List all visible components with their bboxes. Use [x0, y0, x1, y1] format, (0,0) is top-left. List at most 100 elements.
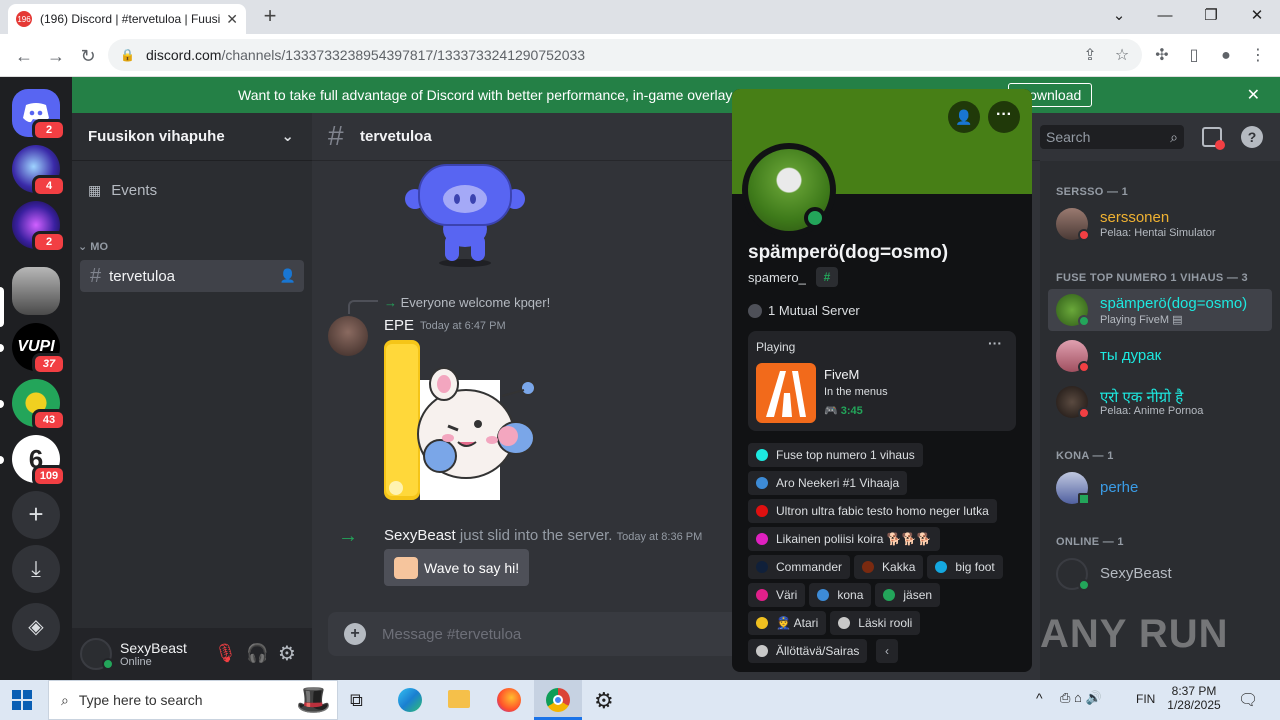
member-item[interactable]: serssonen Pelaa: Hentai Simulator [1048, 203, 1272, 245]
channel-category[interactable]: ⌄ MO [78, 240, 108, 253]
tab-search-icon[interactable]: ⌄ [1096, 2, 1142, 30]
window-close-button[interactable]: ✕ [1234, 2, 1280, 30]
online-status-icon [1078, 579, 1090, 591]
help-icon[interactable]: ? [1241, 126, 1263, 148]
guild-icon[interactable]: 43 [12, 379, 66, 431]
notifications-icon[interactable]: 🗨 [1238, 690, 1258, 710]
taskbar-search[interactable]: ⌕ Type here to search 🎩 [48, 680, 338, 720]
input-language[interactable]: FIN [1136, 692, 1155, 706]
share-icon[interactable]: ⇪ [1078, 44, 1102, 68]
new-tab-button[interactable]: + [258, 4, 282, 30]
member-item-selected[interactable]: spämperö(dog=osmo) Playing FiveM ▤ [1048, 289, 1272, 331]
guild-icon[interactable]: 4 [12, 145, 66, 197]
role-chip[interactable]: Likainen poliisi koira 🐕🐕🐕 [748, 527, 940, 551]
guild-icon[interactable]: 6 109 [12, 435, 66, 487]
menu-icon[interactable]: ⋮ [1246, 44, 1270, 68]
wave-sticker-icon [394, 556, 418, 579]
join-timestamp: Today at 8:36 PM [616, 531, 703, 543]
role-chip[interactable]: Väri [748, 583, 806, 607]
inbox-icon[interactable] [1202, 127, 1225, 150]
minimize-button[interactable]: — [1142, 2, 1188, 30]
wumpus-sticker-image [405, 163, 525, 268]
role-chip[interactable]: Ultron ultra fabic testo homo neger lutk… [748, 499, 997, 523]
mic-muted-icon[interactable]: 🎙 [214, 643, 237, 664]
role-chip[interactable]: 👮 Atari [748, 611, 827, 635]
restore-button[interactable]: ❐ [1188, 2, 1234, 30]
explore-servers-icon[interactable]: ◈ [12, 603, 60, 651]
settings-gear-icon[interactable]: ⚙ [594, 688, 614, 714]
url-bar[interactable]: 🔒 discord.com/channels/13337332389543978… [108, 39, 1142, 71]
role-chip[interactable]: Fuse top numero 1 vihaus [748, 443, 923, 467]
role-chip[interactable]: Ällöttävä/Sairas [748, 639, 868, 663]
banner-close-icon[interactable]: ✕ [1247, 85, 1260, 105]
profile-icon[interactable]: ● [1214, 44, 1238, 68]
download-apps-icon[interactable]: ⤓ [12, 545, 60, 593]
profile-display-name: spämperö(dog=osmo) [748, 242, 949, 263]
add-friend-icon[interactable]: 👤 [948, 101, 980, 133]
headphones-icon[interactable]: 🎧 [246, 643, 268, 664]
role-chip[interactable]: big foot [927, 555, 1003, 579]
sidepanel-icon[interactable]: ▯ [1182, 44, 1206, 68]
role-chip[interactable]: jäsen [875, 583, 941, 607]
join-user[interactable]: SexyBeast [384, 527, 456, 544]
hash-badge-icon: # [816, 267, 838, 287]
role-color-icon [756, 589, 768, 601]
role-label: Kakka [882, 560, 916, 574]
member-item[interactable]: perhe [1048, 467, 1272, 509]
tray-icons[interactable]: ⎙ ⌂ 🔊 [1060, 690, 1102, 706]
guild-icon[interactable]: VUPI 37 [12, 323, 66, 375]
message-author[interactable]: EPE [384, 317, 414, 334]
search-input[interactable]: Search ⌕ [1040, 125, 1184, 149]
message-timestamp: Today at 6:47 PM [420, 320, 506, 332]
events-item[interactable]: ▦ Events [80, 177, 304, 203]
server-header[interactable]: Fuusikon vihapuhe ⌄ [72, 113, 312, 161]
role-chip[interactable]: Commander [748, 555, 851, 579]
clock[interactable]: 8:37 PM 1/28/2025 [1164, 684, 1224, 712]
task-view-icon[interactable]: ⧉ [350, 690, 363, 711]
browser-tab[interactable]: 196 (196) Discord | #tervetuloa | Fuusik… [8, 4, 246, 34]
forward-icon[interactable]: → [44, 44, 68, 68]
member-activity: Pelaa: Hentai Simulator [1100, 227, 1216, 239]
member-item[interactable]: SexyBeast [1048, 553, 1272, 595]
channel-item-tervetuloa[interactable]: # tervetuloa 👤 [80, 260, 304, 292]
discord-home-icon[interactable]: 2 [12, 89, 66, 141]
reload-icon[interactable]: ↻ [76, 44, 100, 68]
reply-preview[interactable]: → Everyone welcome kpqer! [384, 295, 550, 310]
firefox-icon[interactable] [497, 688, 521, 712]
role-label: 👮 Atari [776, 616, 819, 630]
close-tab-icon[interactable]: ✕ [226, 11, 238, 28]
invite-icon[interactable]: 👤 [280, 268, 296, 284]
role-chip[interactable]: Läski rooli [830, 611, 921, 635]
member-item[interactable]: एरो एक नीग्रो है Pelaa: Anime Pornoa [1048, 381, 1272, 423]
role-chip[interactable]: kona [809, 583, 872, 607]
member-item[interactable]: ты дурак [1048, 335, 1272, 377]
back-icon[interactable]: ← [12, 44, 36, 68]
guild-icon[interactable]: 2 [12, 201, 66, 253]
role-label: Läski rooli [858, 616, 913, 630]
role-chip[interactable]: Kakka [854, 555, 924, 579]
cat-sticker-image [384, 340, 544, 500]
lock-icon: 🔒 [120, 48, 135, 62]
add-attachment-icon[interactable]: + [344, 623, 366, 645]
add-server-icon[interactable]: + [12, 491, 60, 539]
show-hidden-icons-icon[interactable]: ^ [1036, 690, 1043, 706]
activity-more-icon[interactable]: ··· [988, 335, 1002, 351]
guild-badge: 2 [32, 119, 66, 141]
bookmark-star-icon[interactable]: ☆ [1110, 44, 1134, 68]
profile-username[interactable]: spamero_ [748, 270, 806, 285]
role-label: Likainen poliisi koira 🐕🐕🐕 [776, 532, 932, 546]
roles-collapse-icon[interactable]: ‹ [876, 639, 898, 663]
message-input[interactable]: + Message #tervetuloa [328, 612, 748, 656]
role-chip[interactable]: Aro Neekeri #1 Vihaaja [748, 471, 908, 495]
extensions-icon[interactable]: ✣ [1150, 44, 1174, 68]
avatar[interactable] [328, 316, 368, 356]
game-time: 3:45 [840, 405, 863, 417]
file-explorer-icon[interactable] [448, 690, 470, 708]
more-options-icon[interactable]: ··· [988, 101, 1020, 133]
windows-start-icon[interactable] [12, 690, 32, 710]
wave-button[interactable]: Wave to say hi! [384, 549, 529, 586]
settings-gear-icon[interactable]: ⚙ [278, 641, 296, 666]
current-guild-icon[interactable] [12, 267, 60, 315]
mutual-servers[interactable]: 1 Mutual Server [748, 303, 860, 318]
edge-icon[interactable] [398, 688, 422, 712]
